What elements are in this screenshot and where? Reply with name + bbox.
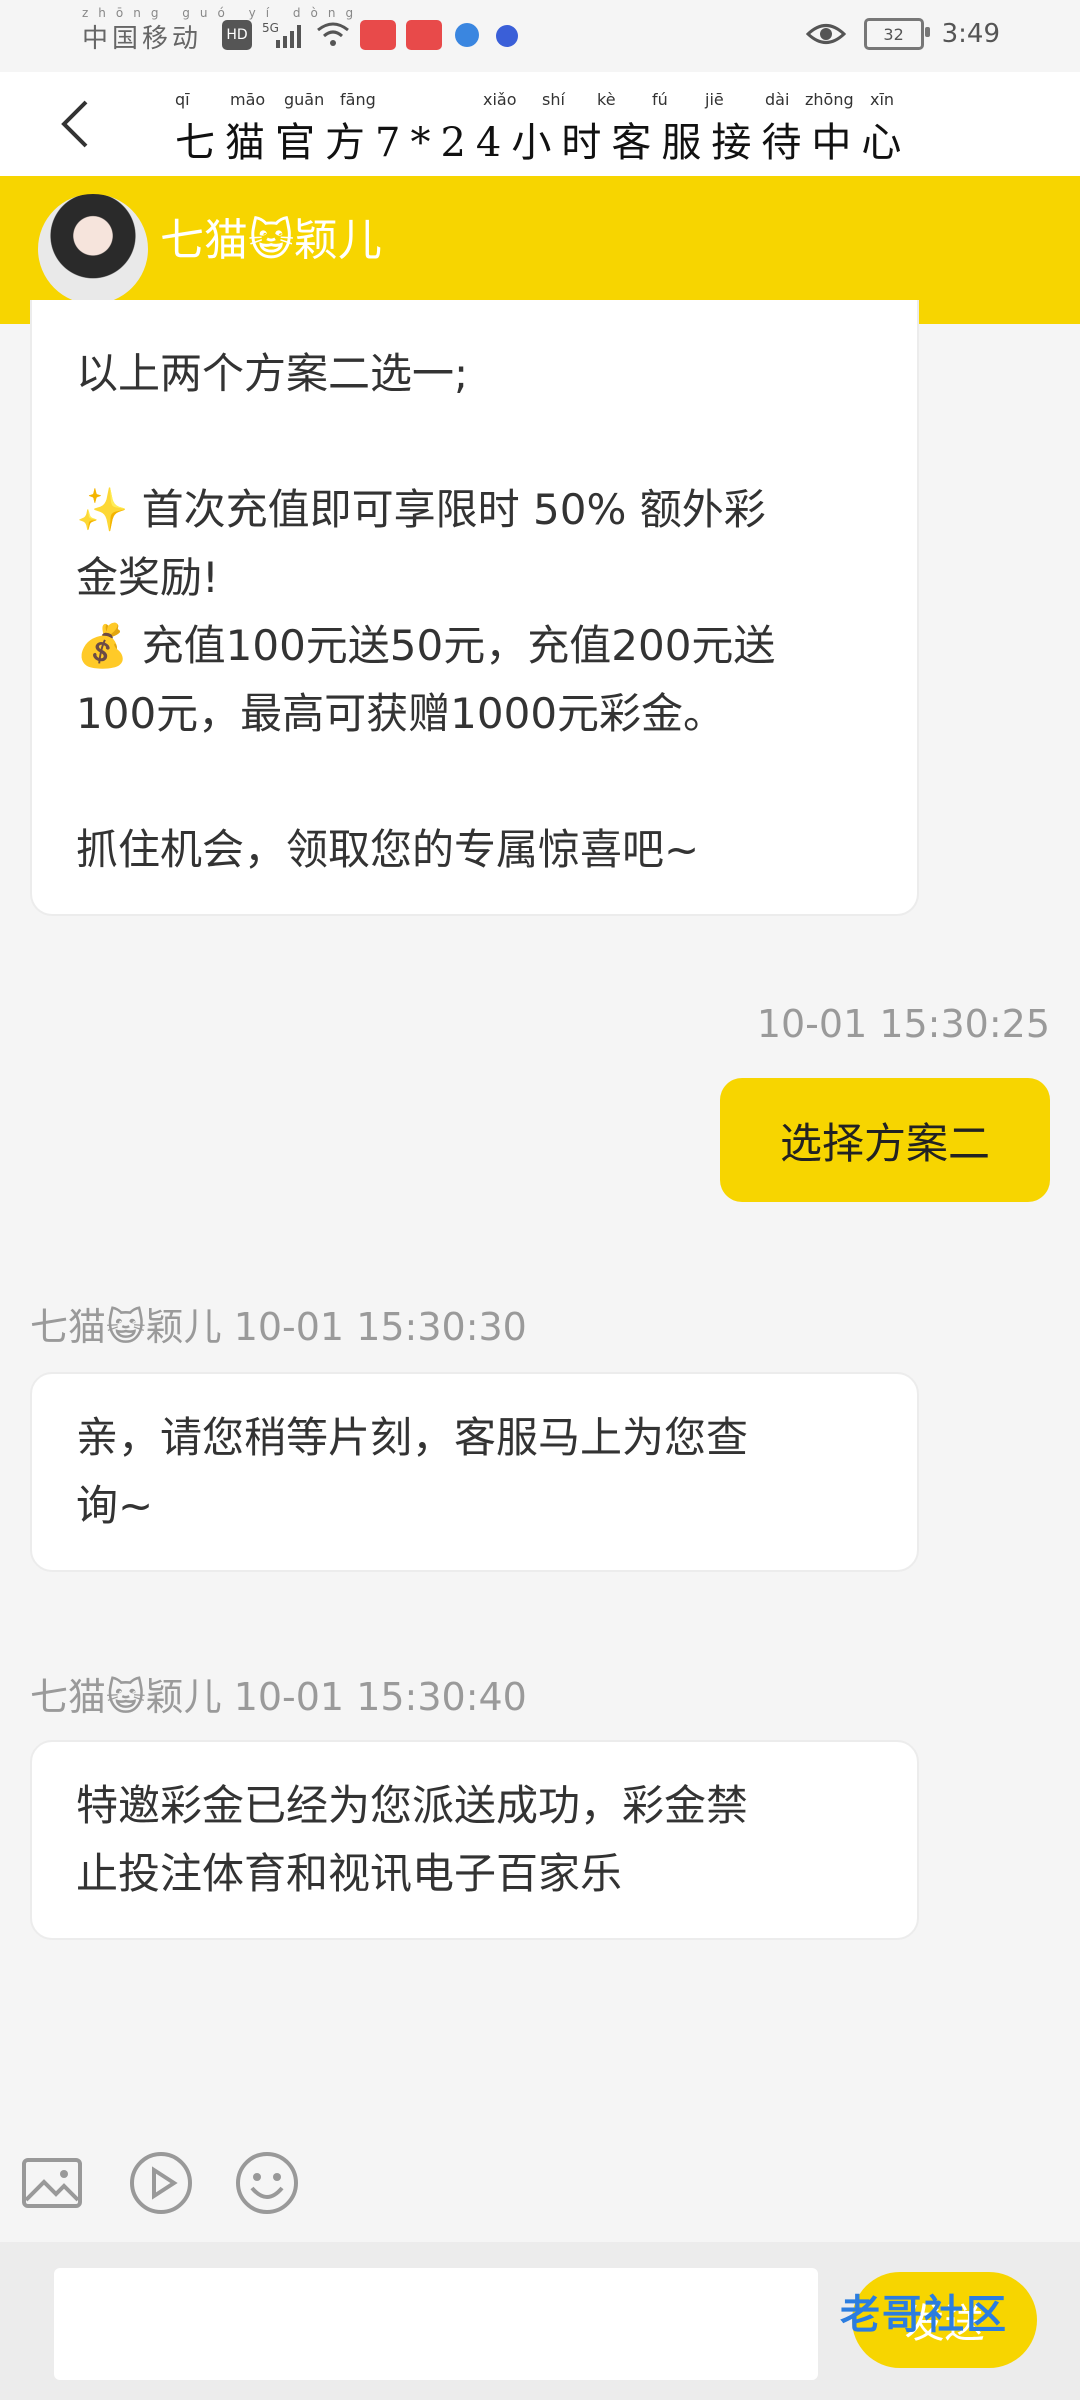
video-icon[interactable] xyxy=(128,2150,194,2216)
watermark: 老哥社区 xyxy=(840,2292,1008,2338)
message-line: ✨ 首次充值即可享限时 50% 额外彩 xyxy=(76,485,766,534)
message-text: 特邀彩金已经为您派送成功，彩金禁 止投注体育和视讯电子百家乐 xyxy=(32,1742,917,1908)
message-line: 以上两个方案二选一; xyxy=(76,349,469,398)
pinyin: shí xyxy=(542,90,565,109)
pinyin: xiǎo xyxy=(483,90,517,109)
pinyin: qī xyxy=(175,90,190,109)
eye-icon xyxy=(805,24,846,44)
pinyin: fú xyxy=(652,90,668,109)
pinyin: dài xyxy=(765,90,790,109)
wifi-icon xyxy=(317,22,349,46)
image-icon[interactable] xyxy=(20,2150,86,2216)
agent-message-bubble: 以上两个方案二选一; ✨ 首次充值即可享限时 50% 额外彩 金奖励! 💰 充值… xyxy=(30,300,919,916)
hd-badge: HD xyxy=(222,20,252,50)
input-toolbar xyxy=(0,2150,1080,2230)
status-bar: zhōng guó yí dòng 中国移动 HD 5G 32 3:49 xyxy=(0,0,1080,72)
app-notification-icon xyxy=(406,20,442,50)
user-message-bubble: 选择方案二 xyxy=(720,1078,1050,1202)
message-input[interactable] xyxy=(54,2268,818,2380)
pinyin: guān xyxy=(284,90,325,109)
baidu-notification-icon xyxy=(496,25,518,47)
message-line: 止投注体育和视讯电子百家乐 xyxy=(76,1849,623,1898)
message-meta: 七猫😺颖儿 10-01 15:30:40 xyxy=(30,1675,527,1719)
pinyin: zhōng xyxy=(805,90,854,109)
pinyin: māo xyxy=(230,90,266,109)
message-line: 100元，最高可获赠1000元彩金。 xyxy=(76,689,726,738)
app-notification-icon xyxy=(360,20,396,50)
back-icon[interactable] xyxy=(52,96,108,152)
network-label: 5G xyxy=(262,21,279,35)
message-timestamp: 10-01 15:30:25 xyxy=(756,1002,1050,1046)
signal-icon: 5G xyxy=(262,21,301,48)
message-text: 以上两个方案二选一; ✨ 首次充值即可享限时 50% 额外彩 金奖励! 💰 充值… xyxy=(32,300,917,884)
message-line: 金奖励! xyxy=(76,553,219,602)
avatar[interactable] xyxy=(38,194,148,304)
message-line: 抓住机会，领取您的专属惊喜吧~ xyxy=(76,825,700,874)
message-line xyxy=(76,408,873,476)
agent-name: 七猫😺颖儿 xyxy=(160,215,382,266)
message-line: 询~ xyxy=(76,1481,154,1530)
pinyin: jiē xyxy=(705,90,724,109)
nav-bar: qī māo guān fāng xiǎo shí kè fú jiē dài … xyxy=(0,72,1080,176)
agent-message-bubble: 亲，请您稍等片刻，客服马上为您查 询~ xyxy=(30,1372,919,1572)
message-line: 💰 充值100元送50元，充值200元送 xyxy=(76,621,776,670)
carrier-name: 中国移动 xyxy=(82,24,203,54)
status-right: 32 3:49 xyxy=(805,18,1000,50)
page-title: 七猫官方7*24小时客服接待中心 xyxy=(175,120,912,166)
browser-notification-icon xyxy=(455,23,479,47)
status-time: 3:49 xyxy=(941,19,1000,49)
pinyin: fāng xyxy=(340,90,376,109)
pinyin: kè xyxy=(597,90,616,109)
message-text: 亲，请您稍等片刻，客服马上为您查 询~ xyxy=(32,1374,917,1540)
message-line xyxy=(76,748,873,816)
message-line: 亲，请您稍等片刻，客服马上为您查 xyxy=(76,1413,749,1462)
agent-message-bubble: 特邀彩金已经为您派送成功，彩金禁 止投注体育和视讯电子百家乐 xyxy=(30,1740,919,1940)
message-meta: 七猫😺颖儿 10-01 15:30:30 xyxy=(30,1305,527,1349)
emoji-icon[interactable] xyxy=(234,2150,300,2216)
pinyin: xīn xyxy=(870,90,895,109)
battery-icon: 32 xyxy=(863,18,930,50)
message-line: 特邀彩金已经为您派送成功，彩金禁 xyxy=(76,1781,749,1830)
status-icons: HD 5G xyxy=(222,18,522,52)
